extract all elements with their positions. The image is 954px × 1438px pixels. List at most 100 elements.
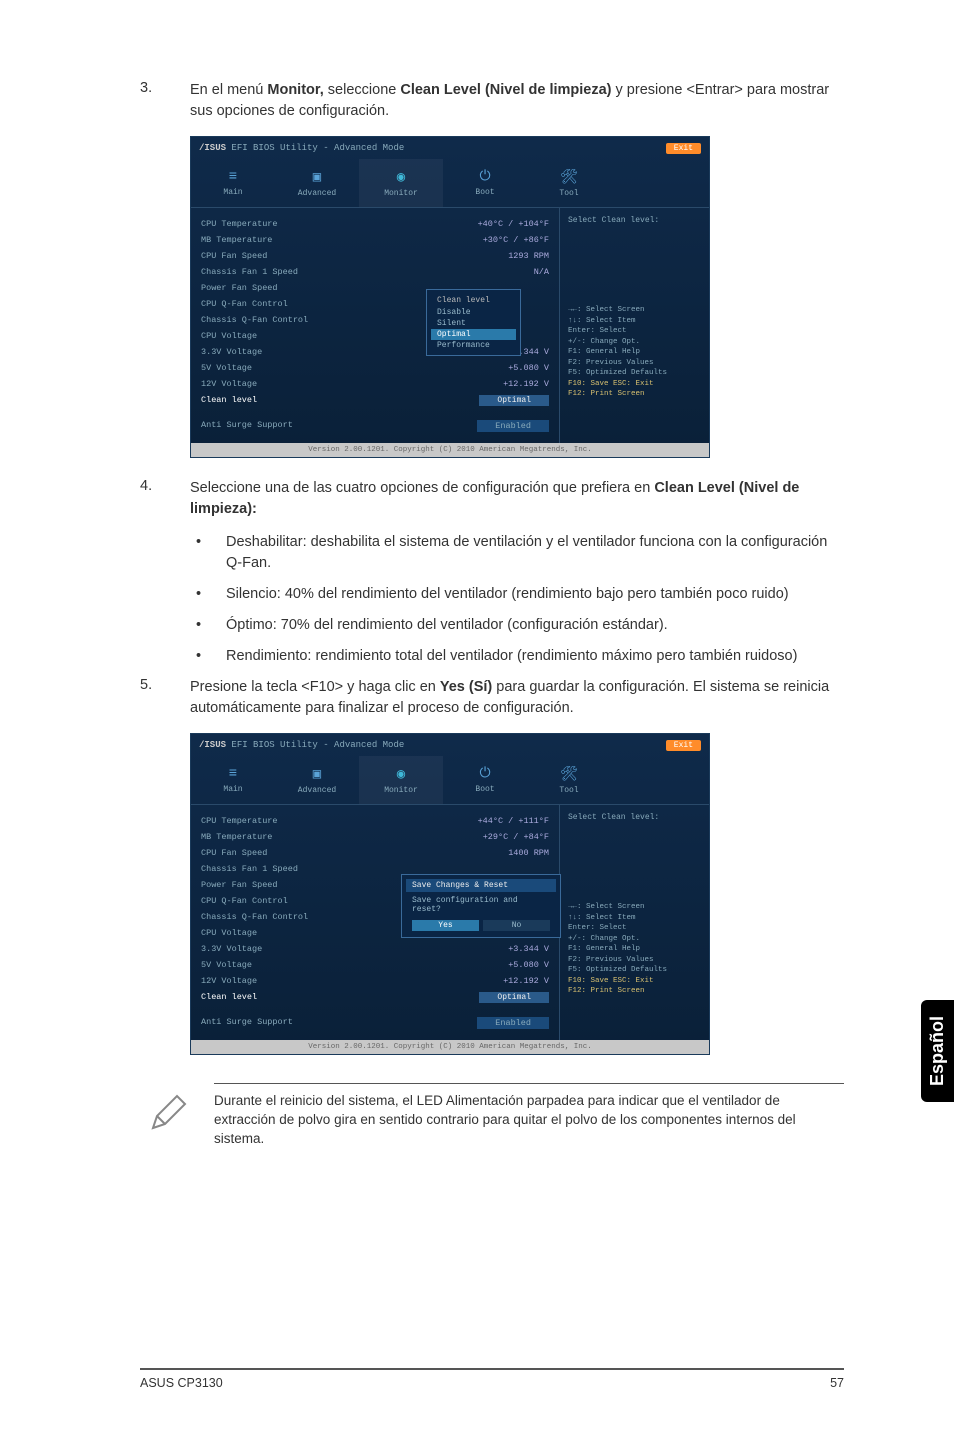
step-3-bold-2: Clean Level (Nivel de limpieza) bbox=[400, 82, 611, 98]
label-chassis-fan: Chassis Fan 1 Speed bbox=[201, 267, 298, 277]
row-cpu-fan: CPU Fan Speed1293 RPM bbox=[201, 248, 549, 264]
bios-screenshot-2: /ISUS EFI BIOS Utility - Advanced Mode E… bbox=[190, 733, 710, 1055]
bios-tabs: ≡Main ▣Advanced ◉ Monitor ⏻Boot 🛠 Tool bbox=[191, 159, 709, 207]
page-footer: ASUS CP3130 57 bbox=[140, 1368, 844, 1390]
sub-item-3: •Rendimiento: rendimiento total del vent… bbox=[190, 646, 844, 667]
val-anti-surge[interactable]: Enabled bbox=[477, 420, 549, 432]
tab-monitor-2[interactable]: ◉Monitor bbox=[359, 756, 443, 804]
row-mb-temp: MB Temperature+30°C / +86°F bbox=[201, 232, 549, 248]
key-help-1: ↑↓: Select Item bbox=[568, 316, 701, 327]
row-chassis-fan: Chassis Fan 1 SpeedN/A bbox=[201, 264, 549, 280]
row-clean-level-2[interactable]: Clean level Optimal bbox=[201, 989, 549, 1006]
language-side-tab: Español bbox=[921, 1000, 954, 1102]
val[interactable]: Optimal bbox=[479, 992, 549, 1003]
label: Clean level bbox=[201, 992, 257, 1003]
bullet-icon: • bbox=[190, 532, 226, 574]
label: Power Fan Speed bbox=[201, 880, 278, 890]
tab-boot-2[interactable]: ⏻Boot bbox=[443, 756, 527, 804]
dialog-yes-button[interactable]: Yes bbox=[412, 920, 479, 931]
row-cpu-fan-2: CPU Fan Speed1400 RPM bbox=[201, 845, 549, 861]
bios-key-help: →←: Select Screen ↑↓: Select Item Enter:… bbox=[568, 305, 701, 400]
tab-main-2[interactable]: ≡Main bbox=[191, 756, 275, 804]
popup-opt-silent[interactable]: Silent bbox=[431, 318, 516, 329]
sub-item-3-text: Rendimiento: rendimiento total del venti… bbox=[226, 646, 844, 667]
power-icon: ⏻ bbox=[479, 169, 490, 185]
tool-icon: 🛠 bbox=[560, 766, 578, 783]
dialog-no-button[interactable]: No bbox=[483, 920, 550, 931]
val[interactable]: Enabled bbox=[477, 1017, 549, 1029]
step-3-text-pre: En el menú bbox=[190, 82, 267, 98]
k: Enter: Select bbox=[568, 923, 701, 934]
tab-tool[interactable]: 🛠 Tool bbox=[527, 159, 611, 207]
monitor-icon: ◉ bbox=[397, 169, 405, 186]
row-clean-level[interactable]: Clean levelOptimal bbox=[201, 392, 549, 409]
bios-right-panel: Select Clean level: →←: Select Screen ↑↓… bbox=[559, 208, 709, 443]
bios-footer-2: Version 2.00.1201. Copyright (C) 2010 Am… bbox=[191, 1040, 709, 1054]
step-3-bold-1: Monitor, bbox=[267, 82, 323, 98]
label: Anti Surge Support bbox=[201, 1017, 293, 1029]
k: F1: General Help bbox=[568, 944, 701, 955]
bios-right-panel-2: Select Clean level: →←: Select Screen ↑↓… bbox=[559, 805, 709, 1040]
bios-exit-button-2[interactable]: Exit bbox=[666, 740, 701, 751]
bios-title: EFI BIOS Utility - Advanced Mode bbox=[231, 143, 404, 153]
popup-opt-performance[interactable]: Performance bbox=[431, 340, 516, 351]
row-5v: 5V Voltage+5.080 V bbox=[201, 360, 549, 376]
note-block: Durante el reinicio del sistema, el LED … bbox=[140, 1083, 844, 1149]
tab-boot[interactable]: ⏻Boot bbox=[443, 159, 527, 207]
row-5v-2: 5V Voltage+5.080 V bbox=[201, 957, 549, 973]
sub-item-0: •Deshabilitar: deshabilita el sistema de… bbox=[190, 532, 844, 574]
tab-advanced[interactable]: ▣Advanced bbox=[275, 159, 359, 207]
val: +5.080 V bbox=[508, 960, 549, 970]
note-text: Durante el reinicio del sistema, el LED … bbox=[214, 1083, 844, 1149]
val: 1400 RPM bbox=[508, 848, 549, 858]
val-clean-level[interactable]: Optimal bbox=[479, 395, 549, 406]
val-cpu-temp: +40°C / +104°F bbox=[478, 219, 549, 229]
bios-exit-button[interactable]: Exit bbox=[666, 143, 701, 154]
chip-icon: ▣ bbox=[313, 169, 321, 186]
bullet-icon: • bbox=[190, 584, 226, 605]
step-4-text-pre: Seleccione una de las cuatro opciones de… bbox=[190, 480, 654, 496]
step-3-body: En el menú Monitor, seleccione Clean Lev… bbox=[190, 80, 844, 122]
row-anti-surge: Anti Surge SupportEnabled bbox=[201, 417, 549, 435]
tab-tool-2[interactable]: 🛠Tool bbox=[527, 756, 611, 804]
popup-opt-optimal[interactable]: Optimal bbox=[431, 329, 516, 340]
bios-footer: Version 2.00.1201. Copyright (C) 2010 Am… bbox=[191, 443, 709, 457]
footer-page-number: 57 bbox=[830, 1376, 844, 1390]
step-3-number: 3. bbox=[140, 80, 190, 122]
k: F5: Optimized Defaults bbox=[568, 965, 701, 976]
tool-icon: 🛠 bbox=[560, 169, 578, 186]
bios-tabs-2: ≡Main ▣Advanced ◉Monitor ⏻Boot 🛠Tool bbox=[191, 756, 709, 804]
save-reset-dialog[interactable]: Save Changes & Reset Save configuration … bbox=[401, 874, 561, 938]
bios-screenshot-1: /ISUS EFI BIOS Utility - Advanced Mode E… bbox=[190, 136, 710, 458]
step-5-text-pre: Presione la tecla <F10> y haga clic en bbox=[190, 679, 440, 695]
tab-tool-label: Tool bbox=[559, 189, 578, 198]
step-4: 4. Seleccione una de las cuatro opciones… bbox=[140, 478, 844, 520]
row-mb-temp-2: MB Temperature+29°C / +84°F bbox=[201, 829, 549, 845]
val: +3.344 V bbox=[508, 944, 549, 954]
dialog-question: Save configuration and reset? bbox=[406, 892, 556, 918]
bios-titlebar: /ISUS EFI BIOS Utility - Advanced Mode E… bbox=[191, 137, 709, 159]
val: +29°C / +84°F bbox=[483, 832, 549, 842]
label-mb-temp: MB Temperature bbox=[201, 235, 272, 245]
row-12v-2: 12V Voltage+12.192 V bbox=[201, 973, 549, 989]
tab-boot-label-2: Boot bbox=[475, 785, 494, 794]
bios-help-text-2: Select Clean level: bbox=[568, 813, 701, 822]
k: F10: Save ESC: Exit bbox=[568, 976, 701, 987]
bios-titlebar-2: /ISUS EFI BIOS Utility - Advanced Mode E… bbox=[191, 734, 709, 756]
key-help-5: F2: Previous Values bbox=[568, 358, 701, 369]
dialog-header: Save Changes & Reset bbox=[406, 879, 556, 892]
label: Chassis Fan 1 Speed bbox=[201, 864, 298, 874]
tab-monitor-label: Monitor bbox=[384, 189, 418, 198]
chip-icon: ▣ bbox=[313, 766, 321, 783]
label: 12V Voltage bbox=[201, 976, 257, 986]
popup-header: Clean level bbox=[431, 294, 516, 307]
popup-opt-disable[interactable]: Disable bbox=[431, 307, 516, 318]
sub-item-2-text: Óptimo: 70% del rendimiento del ventilad… bbox=[226, 615, 844, 636]
tab-advanced-2[interactable]: ▣Advanced bbox=[275, 756, 359, 804]
label: 3.3V Voltage bbox=[201, 944, 262, 954]
clean-level-popup[interactable]: Clean level Disable Silent Optimal Perfo… bbox=[426, 289, 521, 356]
key-help-7: F10: Save ESC: Exit bbox=[568, 379, 701, 390]
tab-monitor[interactable]: ◉ Monitor bbox=[359, 159, 443, 207]
step-5-number: 5. bbox=[140, 677, 190, 719]
tab-main[interactable]: ≡Main bbox=[191, 159, 275, 207]
